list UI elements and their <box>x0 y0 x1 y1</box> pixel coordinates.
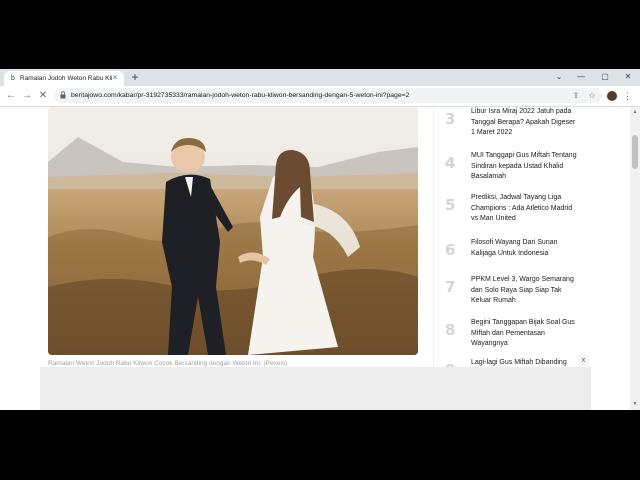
list-item[interactable]: 8 Begini Tanggapan Bijak Soal Gus Miftah… <box>440 318 580 358</box>
scroll-down-arrow-icon[interactable]: ▼ <box>631 400 639 408</box>
browser-menu-icon[interactable]: ⋮ <box>623 90 632 102</box>
scroll-up-arrow-icon[interactable]: ▲ <box>631 108 639 116</box>
tab-active[interactable]: b Ramalan Jodoh Weton Rabu Kliwon Bersan… <box>4 71 124 86</box>
item-title[interactable]: Prediksi, Jadwal Tayang Liga Champions :… <box>471 193 579 233</box>
item-title[interactable]: PPKM Level 3, Wargo Semarang dan Solo Ra… <box>471 275 579 315</box>
item-title[interactable]: Filosofi Wayang Dari Sunan Kalijaga Untu… <box>471 238 579 278</box>
minimize-button[interactable]: — <box>570 71 592 83</box>
tab-title: Ramalan Jodoh Weton Rabu Kliwon Bersandi… <box>20 75 112 82</box>
page-scrollbar[interactable]: ▲ ▼ <box>630 107 640 410</box>
address-bar[interactable]: beritajowo.com/kabar/pr-3192735333/ramal… <box>54 88 602 103</box>
column-divider <box>433 107 434 367</box>
tab-strip: b Ramalan Jodoh Weton Rabu Kliwon Bersan… <box>0 69 640 86</box>
share-icon[interactable]: ⇪ <box>571 90 581 101</box>
bookmark-star-icon[interactable]: ☆ <box>587 90 597 101</box>
ad-banner[interactable] <box>40 367 591 410</box>
list-item[interactable]: 3 Libur Isra Miraj 2022 Jatuh pada Tangg… <box>440 107 580 147</box>
item-number: 4 <box>445 154 456 172</box>
page-content: Ramalan Weton Jodoh Rabu Kliwon Cocok Be… <box>0 107 630 410</box>
stop-loading-button[interactable]: ✕ <box>37 90 49 102</box>
item-title[interactable]: Begini Tanggapan Bijak Soal Gus Miftah d… <box>471 318 579 358</box>
article-photo <box>48 107 418 355</box>
item-title[interactable]: MUI Tanggapi Gus Miftah Tentang Sindiran… <box>471 151 579 191</box>
lock-icon <box>60 91 66 99</box>
item-number: 7 <box>445 278 456 296</box>
maximize-button[interactable]: ▢ <box>594 71 616 83</box>
list-item[interactable]: 5 Prediksi, Jadwal Tayang Liga Champions… <box>440 193 580 233</box>
tab-close-icon[interactable]: × <box>110 73 120 83</box>
item-number: 5 <box>445 196 456 214</box>
ad-close-button[interactable]: x <box>578 355 589 366</box>
browser-toolbar: ← → ✕ beritajowo.com/kabar/pr-3192735333… <box>0 86 640 107</box>
item-number: 3 <box>445 110 456 128</box>
item-number: 8 <box>445 321 456 339</box>
list-item[interactable]: 6 Filosofi Wayang Dari Sunan Kalijaga Un… <box>440 238 580 278</box>
tab-search-icon[interactable]: ⌄ <box>548 71 570 83</box>
url-text[interactable]: beritajowo.com/kabar/pr-3192735333/ramal… <box>71 90 521 101</box>
close-window-button[interactable]: ✕ <box>617 71 639 83</box>
item-number: 6 <box>445 241 456 259</box>
new-tab-button[interactable]: + <box>129 71 141 84</box>
list-item[interactable]: 4 MUI Tanggapi Gus Miftah Tentang Sindir… <box>440 151 580 191</box>
site-favicon-icon: b <box>11 75 15 82</box>
browser-window: b Ramalan Jodoh Weton Rabu Kliwon Bersan… <box>0 69 640 410</box>
scrollbar-thumb[interactable] <box>632 135 638 169</box>
profile-avatar[interactable] <box>607 91 617 101</box>
list-item[interactable]: 7 PPKM Level 3, Wargo Semarang dan Solo … <box>440 275 580 315</box>
item-title[interactable]: Libur Isra Miraj 2022 Jatuh pada Tanggal… <box>471 107 579 147</box>
forward-button[interactable]: → <box>21 90 33 102</box>
back-button[interactable]: ← <box>5 90 17 102</box>
popular-articles-list: 3 Libur Isra Miraj 2022 Jatuh pada Tangg… <box>440 107 580 379</box>
